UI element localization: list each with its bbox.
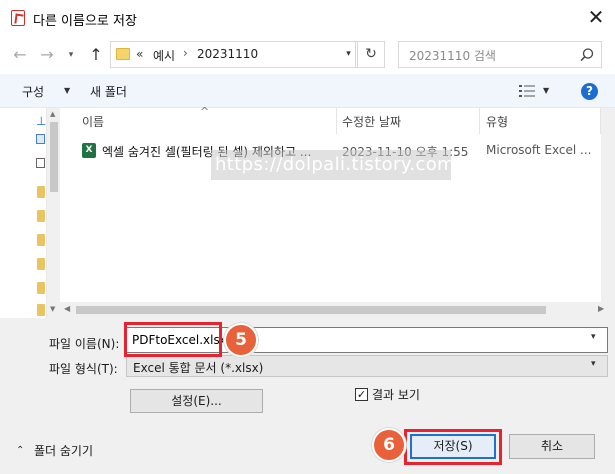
filetype-dropdown-icon[interactable]: ▾ [591,359,596,369]
search-icon [580,48,594,62]
forward-arrow-icon[interactable]: → [37,44,57,66]
window-title: 다른 이름으로 저장 [33,14,137,29]
close-button[interactable]: ✕ [582,4,610,32]
command-bar: 구성 ▼ 새 폴더 ▼ ? [0,74,615,108]
watermark-text: https://dolpali.tistory.com/ [211,150,461,180]
refresh-icon[interactable]: ↻ [358,41,385,68]
file-list-vertical-scrollbar[interactable] [601,108,615,302]
new-folder-button[interactable]: 새 폴더 [90,83,127,100]
column-header-type[interactable]: 유형 [486,113,508,130]
filename-label: 파일 이름(N): [49,337,120,351]
scrollbar-thumb[interactable] [76,306,546,314]
folder-icon[interactable] [37,258,45,270]
navigation-pane[interactable]: ⊥ [0,108,46,318]
scrollbar-thumb[interactable] [50,122,58,192]
folder-icon[interactable] [37,234,45,246]
filetype-select[interactable]: Excel 통합 문서 (*.xlsx) ▾ [126,355,608,377]
view-result-checkbox[interactable]: ✓ [355,388,368,401]
folder-icon[interactable] [37,304,45,316]
filename-highlight-box [124,322,222,357]
search-placeholder: 20231110 검색 [409,49,496,63]
column-header-name[interactable]: 이름 [82,113,104,130]
column-divider[interactable] [479,108,480,134]
breadcrumb-separator-icon[interactable]: › [183,46,188,60]
folder-icon[interactable] [37,210,45,222]
pin-icon: ⊥ [36,114,47,128]
chevron-up-icon[interactable]: ⌃ [16,445,24,456]
horizontal-scrollbar[interactable]: ◀ ▶ [60,302,615,318]
folder-icon[interactable] [37,186,45,198]
nav-item-icon[interactable] [36,158,45,168]
cancel-button[interactable]: 취소 [509,434,595,459]
search-input[interactable]: 20231110 검색 [398,41,602,68]
help-icon[interactable]: ? [581,83,598,100]
sort-ascending-icon: ^ [200,105,210,118]
back-arrow-icon[interactable]: ← [10,44,30,66]
column-header-modified[interactable]: 수정한 날짜 [342,113,401,130]
navigation-scrollbar[interactable]: ▲ ▼ [46,108,60,318]
organize-button[interactable]: 구성 [22,83,44,100]
address-bar[interactable]: « 예시 › 20231110 [110,41,356,68]
file-type: Microsoft Excel ... [486,143,592,157]
view-options-icon[interactable] [519,84,535,98]
filename-dropdown-icon[interactable]: ▾ [591,332,596,342]
view-result-label[interactable]: 결과 보기 [372,386,420,403]
address-dropdown-icon[interactable]: ▾ [340,41,358,68]
scroll-down-icon[interactable]: ▼ [50,305,55,313]
address-overflow[interactable]: « [136,47,143,61]
excel-file-icon: X [82,143,96,158]
file-list[interactable]: ^ 이름 수정한 날짜 유형 크 X 엑셀 숨겨진 셀(필터링 된 셀) 제외하… [60,105,615,318]
breadcrumb-segment[interactable]: 20231110 [197,47,258,61]
acrobat-app-icon [11,10,25,26]
nav-item-icon[interactable] [36,134,45,144]
up-arrow-icon[interactable]: ↑ [86,44,106,66]
filetype-value[interactable]: Excel 통합 문서 (*.xlsx) [133,359,263,376]
scroll-right-icon[interactable]: ▶ [598,304,604,313]
folder-icon [116,48,130,60]
step-badge: 6 [372,428,406,462]
title-bar: 다른 이름으로 저장 ✕ [0,0,615,36]
filetype-label: 파일 형식(T): [49,362,118,376]
view-caret-icon[interactable]: ▼ [543,86,549,95]
hide-folders-button[interactable]: 폴더 숨기기 [34,442,93,459]
save-highlight-box [404,429,502,465]
step-badge: 5 [224,323,258,357]
folder-icon[interactable] [37,282,45,294]
column-divider[interactable] [336,108,337,134]
scroll-left-icon[interactable]: ◀ [64,304,70,313]
recent-locations-chevron-icon[interactable]: ▾ [64,46,78,64]
options-button[interactable]: 설정(E)... [130,389,263,413]
breadcrumb-segment[interactable]: 예시 [153,47,175,64]
organize-caret-icon[interactable]: ▼ [64,86,70,95]
scroll-up-icon[interactable]: ▲ [50,110,55,118]
